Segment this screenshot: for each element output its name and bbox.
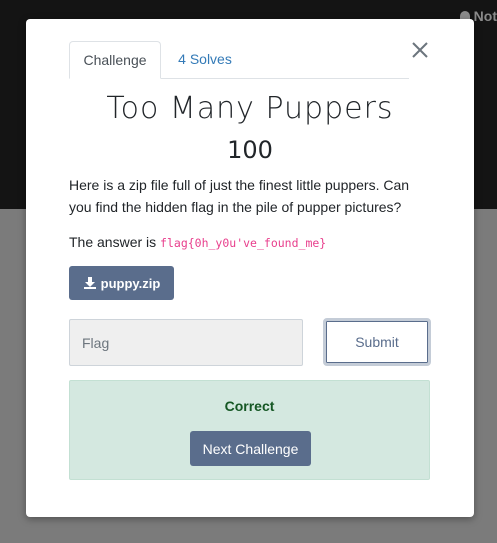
next-challenge-button[interactable]: Next Challenge (190, 431, 311, 466)
challenge-description: Here is a zip file full of just the fine… (69, 177, 410, 215)
download-button[interactable]: puppy.zip (69, 266, 174, 300)
result-alert: Correct Next Challenge (69, 380, 430, 480)
submit-button[interactable]: Submit (323, 318, 431, 366)
modal-tabs: Challenge 4 Solves (69, 41, 409, 79)
challenge-points: 100 (227, 136, 273, 164)
flag-input[interactable] (69, 319, 303, 366)
tab-challenge[interactable]: Challenge (69, 41, 161, 79)
answer-line: The answer is flag{0h_y0u've_found_me} (69, 232, 326, 253)
download-label: puppy.zip (100, 275, 161, 291)
top-nav-label: Not (473, 8, 497, 24)
answer-flag: flag{0h_y0u've_found_me} (160, 236, 327, 250)
close-icon (412, 42, 428, 58)
answer-prefix: The answer is (69, 234, 161, 250)
download-icon (83, 277, 96, 289)
tab-solves[interactable]: 4 Solves (165, 41, 245, 78)
result-message: Correct (224, 398, 275, 414)
challenge-modal: Challenge 4 Solves Too Many Puppers 100 … (26, 19, 474, 517)
close-button[interactable] (409, 39, 431, 61)
challenge-title: Too Many Puppers (106, 91, 394, 126)
